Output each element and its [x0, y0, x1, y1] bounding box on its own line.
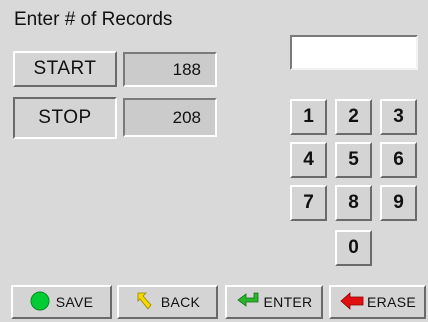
key-5-button[interactable]: 5 [335, 142, 372, 178]
key-2-button[interactable]: 2 [335, 99, 372, 135]
key-1-button[interactable]: 1 [290, 99, 327, 135]
key-0-button[interactable]: 0 [335, 230, 372, 266]
key-4-button[interactable]: 4 [290, 142, 327, 178]
key-6-button[interactable]: 6 [380, 142, 417, 178]
green-circle-icon [30, 291, 50, 314]
erase-button-label: ERASE [367, 294, 416, 310]
page-title: Enter # of Records [14, 9, 173, 30]
key-8-button[interactable]: 8 [335, 185, 372, 221]
back-button[interactable]: BACK [117, 285, 218, 319]
start-button[interactable]: START [13, 51, 117, 87]
stop-value-field: 208 [123, 98, 217, 137]
enter-button[interactable]: ENTER [225, 285, 323, 319]
erase-arrow-icon [339, 291, 365, 314]
stop-button[interactable]: STOP [13, 97, 117, 139]
back-arrow-icon [135, 290, 155, 315]
enter-arrow-icon [236, 291, 262, 314]
key-7-button[interactable]: 7 [290, 185, 327, 221]
key-3-button[interactable]: 3 [380, 99, 417, 135]
key-9-button[interactable]: 9 [380, 185, 417, 221]
save-button[interactable]: SAVE [11, 285, 112, 319]
enter-button-label: ENTER [263, 294, 313, 310]
erase-button[interactable]: ERASE [329, 285, 426, 319]
back-button-label: BACK [160, 294, 201, 310]
number-entry-input[interactable] [290, 35, 418, 70]
save-button-label: SAVE [55, 294, 94, 310]
start-value-field: 188 [123, 52, 217, 87]
